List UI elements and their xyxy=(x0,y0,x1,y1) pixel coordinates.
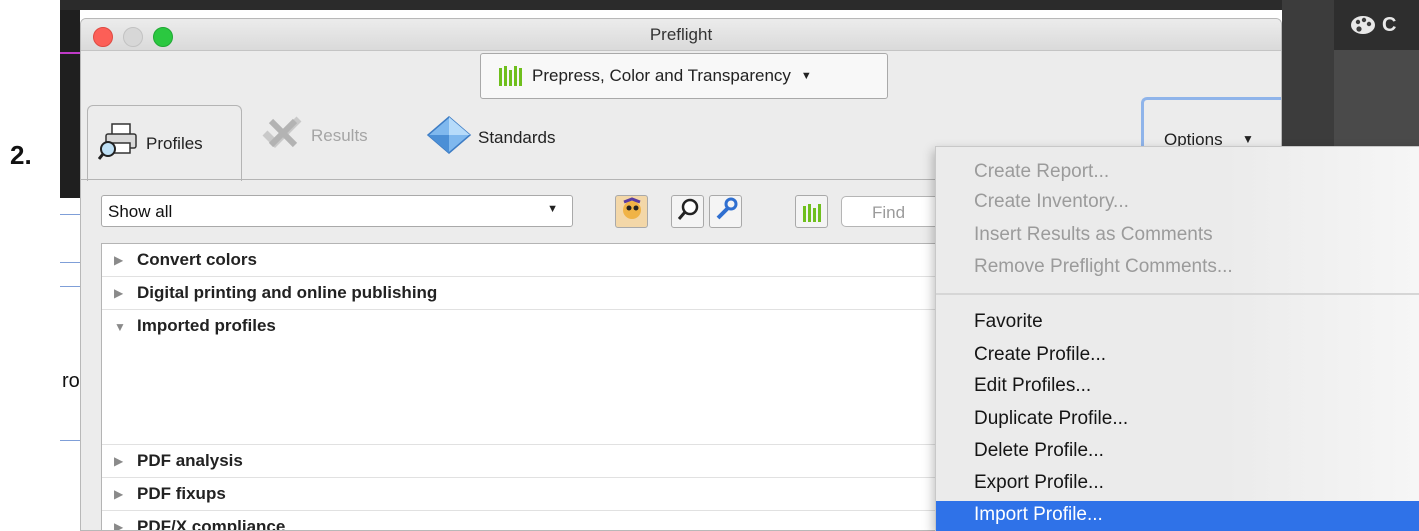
menu-item-remove-comments[interactable]: Remove Preflight Comments... xyxy=(974,256,1233,278)
disclosure-triangle-icon[interactable]: ▶ xyxy=(114,454,123,468)
wizard-icon xyxy=(620,197,644,226)
tree-row-label: PDF fixups xyxy=(137,484,226,503)
disclosure-triangle-icon[interactable]: ▶ xyxy=(114,520,123,530)
bars-icon xyxy=(802,202,821,222)
tab-standards[interactable]: Standards xyxy=(426,115,556,160)
menu-item-insert-results[interactable]: Insert Results as Comments xyxy=(974,224,1213,246)
background-panel-label: C xyxy=(1382,14,1397,36)
window-title: Preflight xyxy=(649,25,713,44)
background-magenta-line xyxy=(60,52,80,54)
tree-row-label: Imported profiles xyxy=(137,316,276,335)
menu-item-create-report[interactable]: Create Report... xyxy=(974,161,1109,183)
tab-label: Standards xyxy=(478,127,556,147)
chevron-down-icon: ▼ xyxy=(1242,132,1254,146)
tab-results[interactable]: Results xyxy=(261,115,368,156)
show-filter-select[interactable]: Show all ▼ xyxy=(101,195,573,227)
menu-item-export-profile[interactable]: Export Profile... xyxy=(974,472,1104,494)
inspect-button[interactable] xyxy=(671,195,704,228)
menu-item-create-profile[interactable]: Create Profile... xyxy=(974,344,1106,366)
magnifier-icon xyxy=(676,197,700,226)
wrench-icon xyxy=(714,197,738,226)
background-left-panel xyxy=(60,10,80,198)
tree-row-label: Convert colors xyxy=(137,250,257,269)
tab-label: Results xyxy=(311,125,368,145)
background-guide-line xyxy=(60,262,80,263)
tree-row-label: PDF/X compliance xyxy=(137,517,286,531)
chevron-down-icon: ▼ xyxy=(547,203,558,215)
menu-item-duplicate-profile[interactable]: Duplicate Profile... xyxy=(974,408,1128,430)
profile-bars-button[interactable] xyxy=(795,195,828,228)
diamond-icon xyxy=(426,115,472,160)
title-bar[interactable]: Preflight xyxy=(81,19,1281,51)
background-guide-line xyxy=(60,286,80,287)
background-panel-head xyxy=(1334,0,1419,50)
background-guide-line xyxy=(60,214,80,215)
results-icon xyxy=(261,115,305,156)
disclosure-triangle-icon[interactable]: ▼ xyxy=(114,320,126,334)
menu-separator xyxy=(936,293,1419,295)
background-app-top xyxy=(60,0,1419,10)
profile-selector[interactable]: Prepress, Color and Transparency ▼ xyxy=(480,53,888,99)
menu-item-import-profile[interactable]: Import Profile... xyxy=(936,501,1419,531)
options-menu: Create Report... Create Inventory... Ins… xyxy=(935,146,1419,531)
bars-icon xyxy=(499,66,522,86)
disclosure-triangle-icon[interactable]: ▶ xyxy=(114,286,123,300)
show-filter-value: Show all xyxy=(108,202,173,221)
disclosure-triangle-icon[interactable]: ▶ xyxy=(114,487,123,501)
menu-item-delete-profile[interactable]: Delete Profile... xyxy=(974,440,1104,462)
wizard-button[interactable] xyxy=(615,195,648,228)
printer-magnifier-icon xyxy=(97,121,140,166)
menu-item-favorite[interactable]: Favorite xyxy=(974,311,1043,333)
palette-icon xyxy=(1350,14,1376,42)
tree-row-label: PDF analysis xyxy=(137,451,243,470)
step-label: 2. xyxy=(10,140,32,170)
edit-button[interactable] xyxy=(709,195,742,228)
menu-item-edit-profiles[interactable]: Edit Profiles... xyxy=(974,375,1091,397)
profile-selector-label: Prepress, Color and Transparency xyxy=(532,66,791,85)
tab-label: Profiles xyxy=(146,133,203,153)
chevron-down-icon: ▼ xyxy=(800,70,812,82)
background-guide-line xyxy=(60,440,80,441)
tab-profiles[interactable]: Profiles xyxy=(87,105,242,181)
menu-item-create-inventory[interactable]: Create Inventory... xyxy=(974,191,1129,213)
disclosure-triangle-icon[interactable]: ▶ xyxy=(114,253,123,267)
tree-row-label: Digital printing and online publishing xyxy=(137,283,438,302)
